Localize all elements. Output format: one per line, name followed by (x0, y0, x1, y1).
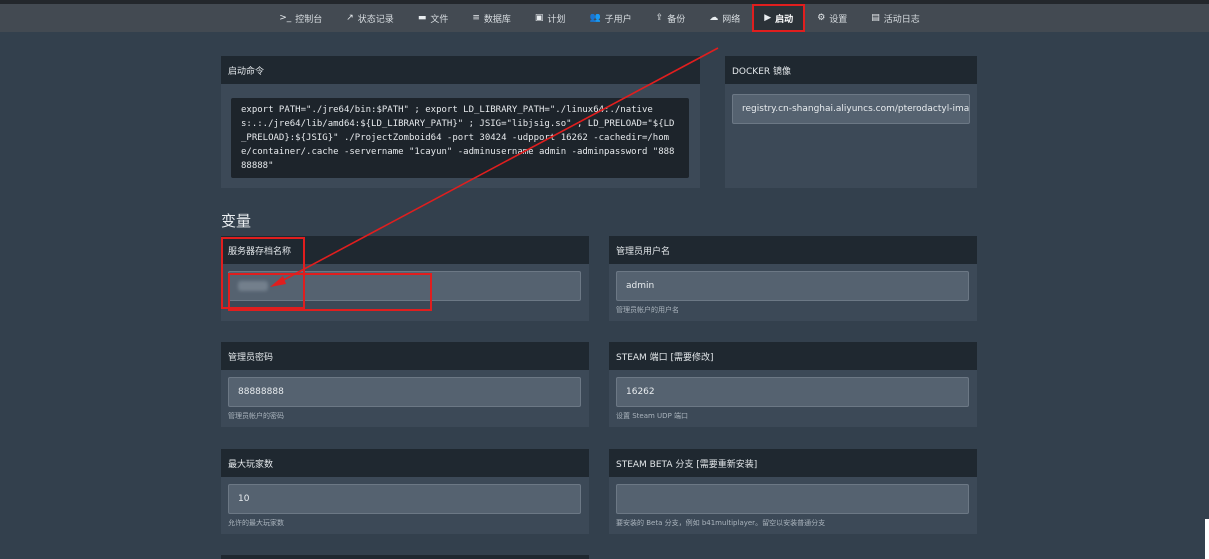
corner-fragment (1205, 519, 1209, 559)
max-players-panel: 最大玩家数 10 允许的最大玩家数 (221, 449, 589, 534)
docker-image-title: DOCKER 镜像 (725, 56, 977, 84)
play-icon: ▶ (764, 13, 772, 23)
database-icon: ≡ (472, 13, 480, 23)
nav-files[interactable]: ▬ 文件 (406, 4, 461, 32)
nav-subusers[interactable]: 👥 子用户 (577, 4, 643, 32)
startup-command-panel: 启动命令 export PATH="./jre64/bin:$PATH" ; e… (221, 56, 700, 188)
log-icon: ▤ (871, 13, 880, 23)
steam-port-input[interactable]: 16262 (616, 377, 969, 407)
upload-icon: ⇪ (655, 13, 664, 23)
nav-label: 控制台 (295, 14, 323, 25)
admin-password-panel: 管理员密码 88888888 管理员帐户的密码 (221, 342, 589, 427)
admin-password-help: 管理员帐户的密码 (228, 412, 284, 420)
nav-activity[interactable]: ▤ 活动日志 (859, 4, 932, 32)
calendar-icon: ▣ (534, 13, 544, 23)
max-players-help: 允许的最大玩家数 (228, 519, 284, 527)
nav-schedule[interactable]: ▣ 计划 (523, 4, 578, 32)
nav-stats[interactable]: ↗ 状态记录 (334, 4, 406, 32)
nav-database[interactable]: ≡ 数据库 (460, 4, 523, 32)
nav-label: 活动日志 (883, 14, 920, 25)
steam-port-label: STEAM 端口 [需要修改] (609, 342, 977, 370)
nav-label: 数据库 (483, 14, 511, 25)
nav-label: 启动 (775, 14, 794, 25)
terminal-icon: >_ (279, 13, 292, 23)
nav-label: 计划 (547, 14, 566, 25)
network-icon: ☁ (709, 13, 719, 23)
server-name-label: 服务器存档名称 (221, 236, 589, 264)
nav-label: 网络 (722, 14, 741, 25)
steam-port-panel: STEAM 端口 [需要修改] 16262 设置 Steam UDP 端口 (609, 342, 977, 427)
nav-label: 子用户 (604, 14, 632, 25)
top-navbar: >_ 控制台 ↗ 状态记录 ▬ 文件 ≡ 数据库 ▣ 计划 👥 子用户 ⇪ 备份 ☁ 网络 ▶ 启… (0, 4, 1209, 32)
admin-username-input[interactable]: admin (616, 271, 969, 301)
max-players-input[interactable]: 10 (228, 484, 581, 514)
nav-label: 状态记录 (357, 14, 394, 25)
folder-icon: ▬ (417, 13, 427, 23)
next-variable-panel (221, 555, 589, 559)
users-icon: 👥 (589, 13, 601, 23)
blurred-value (238, 281, 268, 291)
server-name-input[interactable] (228, 271, 581, 301)
server-name-panel: 服务器存档名称 (221, 236, 589, 321)
gear-icon: ⚙ (817, 13, 826, 23)
steam-beta-help: 要安装的 Beta 分支，例如 b41multiplayer。留空以安装普通分支 (616, 519, 826, 527)
nav-label: 文件 (430, 14, 449, 25)
nav-startup[interactable]: ▶ 启动 (752, 4, 806, 32)
steam-port-help: 设置 Steam UDP 端口 (616, 412, 689, 420)
admin-username-panel: 管理员用户名 admin 管理员帐户的用户名 (609, 236, 977, 321)
steam-beta-input[interactable] (616, 484, 969, 514)
nav-console[interactable]: >_ 控制台 (267, 4, 334, 32)
admin-password-label: 管理员密码 (221, 342, 589, 370)
steam-beta-label: STEAM BETA 分支 [需要重新安装] (609, 449, 977, 477)
docker-image-input[interactable]: registry.cn-shanghai.aliyuncs.com/pterod… (732, 94, 970, 124)
steam-beta-panel: STEAM BETA 分支 [需要重新安装] 要安装的 Beta 分支，例如 b… (609, 449, 977, 534)
nav-settings[interactable]: ⚙ 设置 (805, 4, 859, 32)
admin-username-help: 管理员帐户的用户名 (616, 306, 679, 314)
chart-icon: ↗ (346, 13, 354, 23)
variables-heading: 变量 (221, 212, 252, 230)
nav-network[interactable]: ☁ 网络 (697, 4, 752, 32)
admin-password-input[interactable]: 88888888 (228, 377, 581, 407)
max-players-label: 最大玩家数 (221, 449, 589, 477)
startup-command-title: 启动命令 (221, 56, 700, 84)
nav-label: 备份 (667, 14, 686, 25)
startup-command-text: export PATH="./jre64/bin:$PATH" ; export… (231, 98, 689, 178)
nav-backup[interactable]: ⇪ 备份 (644, 4, 698, 32)
docker-image-panel: DOCKER 镜像 registry.cn-shanghai.aliyuncs.… (725, 56, 977, 188)
admin-username-label: 管理员用户名 (609, 236, 977, 264)
nav-label: 设置 (829, 14, 848, 25)
